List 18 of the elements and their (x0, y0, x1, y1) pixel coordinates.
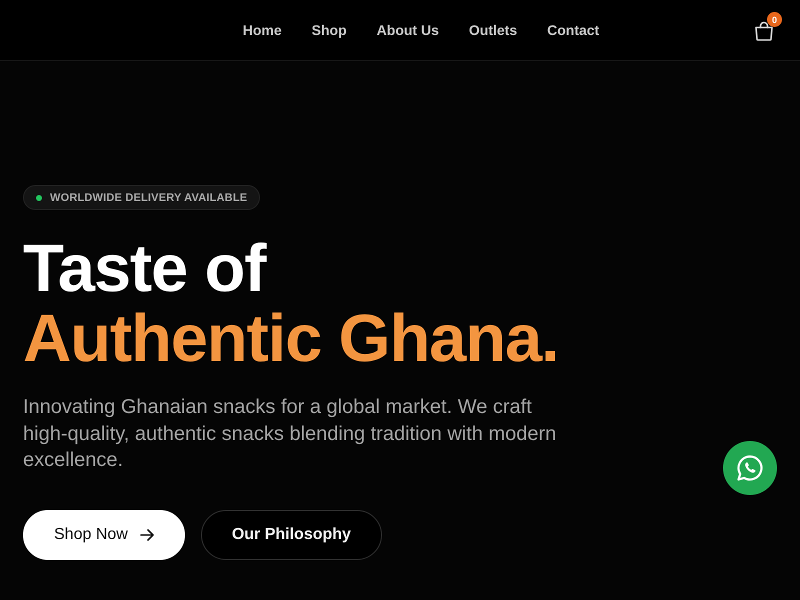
nav-link[interactable]: Contact (547, 22, 600, 38)
nav-link[interactable]: Home (242, 22, 282, 38)
nav-link[interactable]: Outlets (468, 22, 518, 38)
status-dot-icon (36, 194, 42, 200)
nav-link[interactable]: About Us (376, 22, 439, 38)
chat-button[interactable] (723, 441, 777, 495)
hero-description: Innovating Ghanaian snacks for a global market. We craft high-quality, authentic snacks blending tradition with modern excellence. (23, 395, 558, 473)
shop-now-button[interactable]: Shop Now (23, 510, 185, 560)
headline-text: Authentic Ghana. (23, 304, 558, 374)
arrow-right-icon (140, 528, 154, 540)
whatsapp-icon (736, 454, 764, 482)
cart-button[interactable] (753, 21, 775, 41)
philosophy-button[interactable]: Our Philosophy (200, 510, 382, 560)
headline-text: Taste of (23, 234, 266, 304)
shopping-bag-icon (753, 21, 775, 41)
cart-count-badge: 0 (767, 12, 782, 27)
nav-link[interactable]: Shop (312, 22, 347, 38)
badge-text: WORLDWIDE DELIVERY AVAILABLE (50, 192, 248, 204)
